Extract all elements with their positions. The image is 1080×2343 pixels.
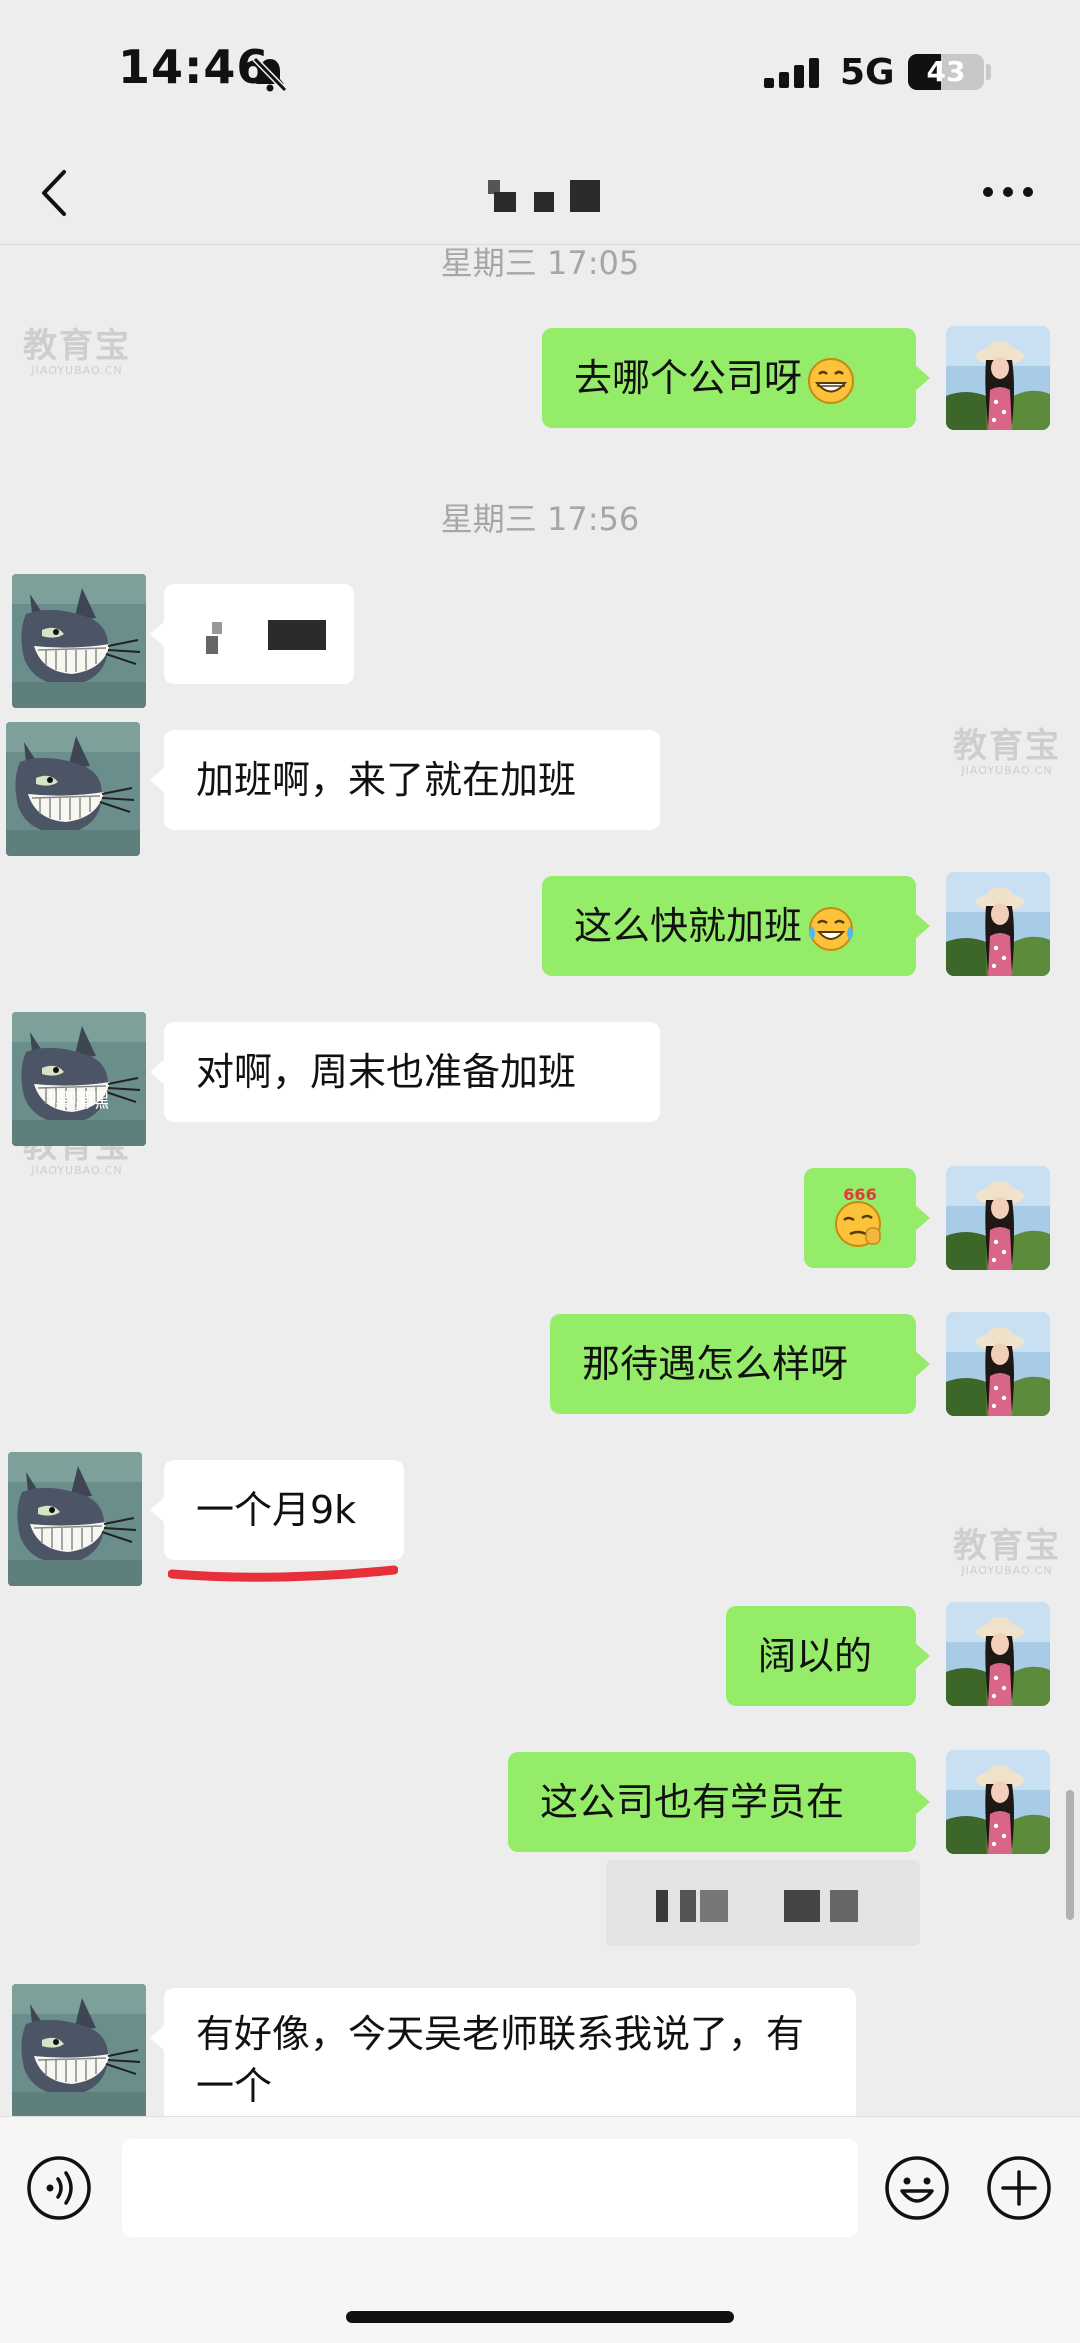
message-bubble-outgoing[interactable]: 那待遇怎么样呀 <box>550 1314 930 1414</box>
input-bar <box>0 2116 1080 2343</box>
contact-avatar[interactable] <box>12 574 146 708</box>
watermark: 教育宝 JIAOYUBAO.CN <box>18 328 136 378</box>
message-bubble-outgoing[interactable]: 这么快就加班 <box>542 876 930 976</box>
message-bubble-incoming[interactable]: 有好像，今天吴老师联系我说了，有一个 <box>150 1988 856 2124</box>
message-text: 这公司也有学员在 <box>540 1780 845 1824</box>
message-text: 对啊，周末也准备加班 <box>196 1050 577 1094</box>
message-bubble-outgoing[interactable]: 去哪个公司呀 <box>542 328 930 428</box>
status-time: 14:46 <box>118 40 270 94</box>
666-emoji-icon: 666 <box>835 1186 881 1247</box>
my-avatar[interactable] <box>946 1312 1050 1416</box>
quoted-message-redacted[interactable] <box>606 1860 920 1946</box>
message-bubble-incoming[interactable]: 对啊，周末也准备加班 <box>150 1022 660 1122</box>
plus-icon[interactable] <box>986 2155 1052 2221</box>
my-avatar[interactable] <box>946 1602 1050 1706</box>
message-text: 这么快就加班 <box>574 904 803 948</box>
grin-emoji-icon <box>808 357 855 404</box>
timestamp: 星期三 17:05 <box>440 244 640 282</box>
message-text: 加班啊，来了就在加班 <box>196 758 577 802</box>
my-avatar[interactable] <box>946 1750 1050 1854</box>
chat-title-redacted[interactable] <box>480 176 610 216</box>
message-bubble-outgoing[interactable]: 这公司也有学员在 <box>508 1752 930 1852</box>
signal-icon <box>764 58 819 88</box>
chat-header <box>0 140 1080 245</box>
red-underline-annotation <box>168 1565 398 1582</box>
my-avatar[interactable] <box>946 872 1050 976</box>
contact-avatar[interactable] <box>8 1452 142 1586</box>
back-icon[interactable] <box>36 168 72 218</box>
contact-avatar[interactable] <box>12 1984 146 2118</box>
home-indicator[interactable] <box>346 2311 734 2323</box>
voice-input-icon[interactable] <box>26 2155 92 2221</box>
watermark-domain: JIAOYUBAO.CN <box>31 364 123 377</box>
battery-percent: 43 <box>926 55 966 88</box>
message-bubble-outgoing-sticker[interactable]: 666 <box>804 1168 930 1268</box>
watermark-brand: 教育宝 <box>23 326 131 366</box>
watermark-brand: 教育宝 <box>953 1526 1061 1566</box>
message-text: 那待遇怎么样呀 <box>582 1342 849 1386</box>
my-avatar[interactable] <box>946 326 1050 430</box>
message-input[interactable] <box>122 2139 858 2237</box>
watermark-domain: JIAOYUBAO.CN <box>961 764 1053 777</box>
avatar-caption: 嘿嘿嘿 <box>49 1088 109 1112</box>
message-text: 阔以的 <box>758 1634 873 1678</box>
watermark-brand: 教育宝 <box>953 726 1061 766</box>
battery-icon: 43 <box>908 54 984 90</box>
message-text: 去哪个公司呀 <box>574 356 803 400</box>
mute-bell-icon <box>252 56 288 93</box>
contact-avatar[interactable] <box>6 722 140 856</box>
watermark-domain: JIAOYUBAO.CN <box>31 1164 123 1177</box>
message-text: 一个月9k <box>196 1488 357 1532</box>
message-bubble-incoming[interactable]: 加班啊，来了就在加班 <box>150 730 660 830</box>
emoji-icon[interactable] <box>884 2155 950 2221</box>
message-bubble-outgoing[interactable]: 阔以的 <box>726 1606 930 1706</box>
watermark: 教育宝 JIAOYUBAO.CN <box>948 1528 1066 1578</box>
message-bubble-incoming[interactable]: 一个月9k <box>150 1460 404 1560</box>
watermark: 教育宝 JIAOYUBAO.CN <box>948 728 1066 778</box>
my-avatar[interactable] <box>946 1166 1050 1270</box>
battery-tip <box>986 64 991 80</box>
network-type: 5G <box>840 52 895 93</box>
watermark-domain: JIAOYUBAO.CN <box>961 1564 1053 1577</box>
message-text: 有好像，今天吴老师联系我说了，有一个 <box>196 2012 805 2108</box>
sticker-text: 666 <box>843 1186 876 1204</box>
scrollbar[interactable] <box>1066 1790 1074 1920</box>
message-bubble-incoming-redacted[interactable] <box>150 584 354 684</box>
timestamp: 星期三 17:56 <box>440 500 640 538</box>
contact-avatar[interactable] <box>12 1012 146 1146</box>
more-icon[interactable] <box>980 180 1036 204</box>
tears-of-joy-emoji-icon <box>809 906 854 951</box>
